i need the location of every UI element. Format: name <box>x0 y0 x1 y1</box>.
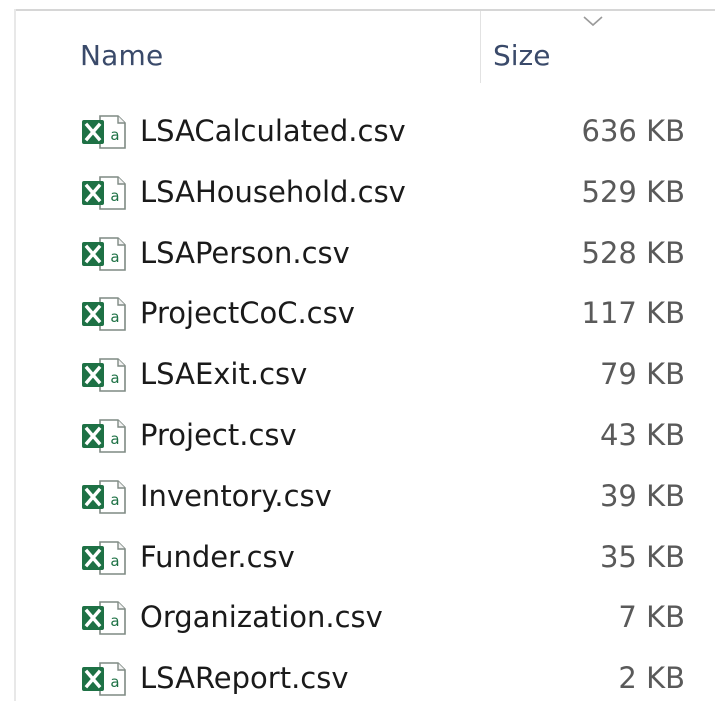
file-name: LSAExit.csv <box>140 357 308 391</box>
svg-text:a: a <box>110 552 119 570</box>
excel-csv-icon: a <box>82 419 126 453</box>
file-name: LSAReport.csv <box>140 661 349 695</box>
svg-text:a: a <box>110 430 119 448</box>
excel-csv-icon: a <box>82 115 126 149</box>
file-size: 43 KB <box>599 418 685 452</box>
chevron-down-icon <box>583 16 603 27</box>
file-row[interactable]: a Project.csv 43 KB <box>0 404 715 464</box>
file-name: LSAPerson.csv <box>140 236 350 270</box>
excel-csv-icon: a <box>82 237 126 271</box>
file-row[interactable]: a LSACalculated.csv 636 KB <box>0 100 715 160</box>
file-row[interactable]: a Inventory.csv 39 KB <box>0 465 715 525</box>
column-divider[interactable] <box>480 11 481 83</box>
svg-text:a: a <box>110 369 119 387</box>
column-header-name[interactable]: Name <box>80 39 163 72</box>
excel-csv-icon: a <box>82 662 126 696</box>
excel-csv-icon: a <box>82 601 126 635</box>
excel-csv-icon: a <box>82 541 126 575</box>
file-name: LSAHousehold.csv <box>140 175 406 209</box>
file-name: Organization.csv <box>140 600 383 634</box>
svg-text:a: a <box>110 248 119 266</box>
file-name: Project.csv <box>140 418 297 452</box>
file-row[interactable]: a LSAHousehold.csv 529 KB <box>0 161 715 221</box>
svg-text:a: a <box>110 612 119 630</box>
svg-text:a: a <box>110 187 119 205</box>
file-size: 529 KB <box>581 175 685 209</box>
column-header-bar: Name Size <box>16 11 715 83</box>
column-header-size[interactable]: Size <box>493 39 550 72</box>
file-name: Inventory.csv <box>140 479 332 513</box>
excel-csv-icon: a <box>82 480 126 514</box>
file-size: 7 KB <box>618 600 685 634</box>
file-explorer-pane: Name Size a LSACalculated.csv 636 KB a L… <box>0 0 715 701</box>
file-size: 528 KB <box>581 236 685 270</box>
file-row[interactable]: a Organization.csv 7 KB <box>0 586 715 646</box>
file-size: 39 KB <box>599 479 685 513</box>
svg-text:a: a <box>110 491 119 509</box>
file-row[interactable]: a LSAReport.csv 2 KB <box>0 647 715 707</box>
file-row[interactable]: a LSAPerson.csv 528 KB <box>0 222 715 282</box>
file-size: 35 KB <box>599 540 685 574</box>
file-size: 117 KB <box>581 296 685 330</box>
svg-text:a: a <box>110 673 119 691</box>
file-row[interactable]: a ProjectCoC.csv 117 KB <box>0 282 715 342</box>
file-size: 2 KB <box>618 661 685 695</box>
svg-text:a: a <box>110 308 119 326</box>
file-row[interactable]: a LSAExit.csv 79 KB <box>0 343 715 403</box>
excel-csv-icon: a <box>82 176 126 210</box>
file-name: LSACalculated.csv <box>140 114 406 148</box>
file-row[interactable]: a Funder.csv 35 KB <box>0 526 715 586</box>
svg-text:a: a <box>110 126 119 144</box>
excel-csv-icon: a <box>82 358 126 392</box>
file-name: ProjectCoC.csv <box>140 296 355 330</box>
file-name: Funder.csv <box>140 540 295 574</box>
excel-csv-icon: a <box>82 297 126 331</box>
file-size: 636 KB <box>581 114 685 148</box>
file-size: 79 KB <box>599 357 685 391</box>
